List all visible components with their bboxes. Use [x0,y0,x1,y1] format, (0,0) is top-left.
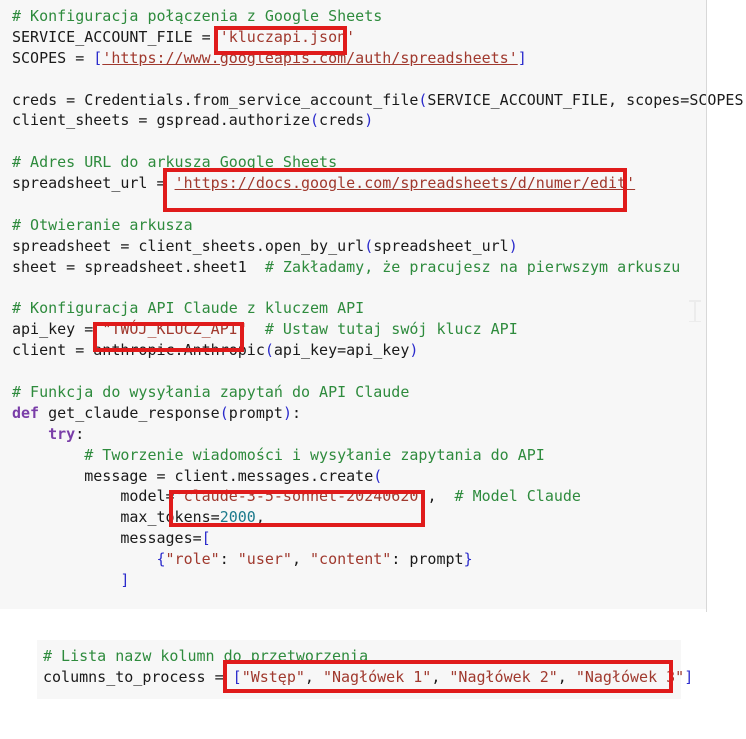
code-comment: # Lista nazw kolumn do przetworzenia [43,647,369,665]
code-line: message = client.messages.create( [12,466,383,485]
code-line: model='claude-3-5-sonnet-20240620", # Mo… [12,487,581,506]
code-comment: # Funkcja do wysyłania zapytań do API Cl… [12,383,410,402]
code-line: ] [120,571,130,590]
string-spreadsheet-url: 'https://docs.google.com/spreadsheets/d/… [174,174,636,193]
code-line: client = anthropic.Anthropic(api_key=api… [12,341,419,360]
code-line: try: [48,424,85,443]
code-line: # Funkcja do wysyłania zapytań do API Cl… [0,382,706,403]
code-comment: # Tworzenie wiadomości i wysyłanie zapyt… [84,445,545,464]
code-line: # Otwieranie arkusza [0,215,706,236]
string-scopes-url: 'https://www.googleapis.com/auth/spreads… [102,48,518,67]
code-line: spreadsheet = client_sheets.open_by_url(… [12,236,518,255]
code-line: SERVICE_ACCOUNT_FILE = 'kluczapi.json' [12,27,356,46]
code-comment: # Adres URL do arkusza Google Sheets [12,153,338,172]
string-kluczapi: 'kluczapi.json' [219,27,356,46]
code-line: client_sheets = gspread.authorize(creds) [12,111,374,130]
string-column-naglowek-1: "Nagłówek 1" [322,667,432,686]
code-line: def get_claude_response(prompt): [12,403,301,422]
code-line: # Lista nazw kolumn do przetworzenia [37,646,681,667]
string-column-naglowek-3: "Nagłówek 3" [575,667,685,686]
code-block-columns[interactable]: # Lista nazw kolumn do przetworzenia col… [37,640,694,699]
text-cursor-icon [689,300,701,322]
string-model-name: 'claude-3-5-sonnet-20240620" [174,487,428,506]
code-line: max_tokens=2000, [12,508,265,527]
code-line: # Tworzenie wiadomości i wysyłanie zapyt… [0,445,706,466]
code-line: columns_to_process = ["Wstęp", "Nagłówek… [43,667,694,686]
code-line: # Adres URL do arkusza Google Sheets [0,152,706,173]
code-line: # Konfiguracja API Claude z kluczem API [0,298,706,319]
code-line: messages=[ [12,529,211,548]
code-comment: # Konfiguracja połączenia z Google Sheet… [12,7,383,25]
code-line: sheet = spreadsheet.sheet1 # Zakładamy, … [12,257,681,276]
code-line: spreadsheet_url = 'https://docs.google.c… [12,174,636,193]
code-comment: # Ustaw tutaj swój klucz API [264,320,518,339]
string-api-key: "TWÓJ_KLUCZ_API" [102,320,247,339]
document-edge-rule [706,0,707,612]
code-comment: # Model Claude [454,487,581,506]
code-line: # Konfiguracja połączenia z Google Sheet… [0,6,706,27]
code-line: creds = Credentials.from_service_account… [12,90,746,109]
code-line: api_key = "TWÓJ_KLUCZ_API" # Ustaw tutaj… [12,320,518,339]
string-column-naglowek-2: "Nagłówek 2" [449,667,558,686]
string-column-wstep: "Wstęp" [241,667,305,686]
code-comment: # Zakładamy, że pracujesz na pierwszym a… [264,257,681,276]
code-block-main[interactable]: # Konfiguracja połączenia z Google Sheet… [0,0,746,609]
page-canvas: # Konfiguracja połączenia z Google Sheet… [0,0,746,739]
code-comment: # Otwieranie arkusza [12,215,193,234]
code-comment: # Konfiguracja API Claude z kluczem API [12,299,365,318]
code-line: {"role": "user", "content": prompt} [156,550,473,569]
number-max-tokens: 2000 [219,508,256,527]
code-line: SCOPES = ['https://www.googleapis.com/au… [12,48,527,67]
